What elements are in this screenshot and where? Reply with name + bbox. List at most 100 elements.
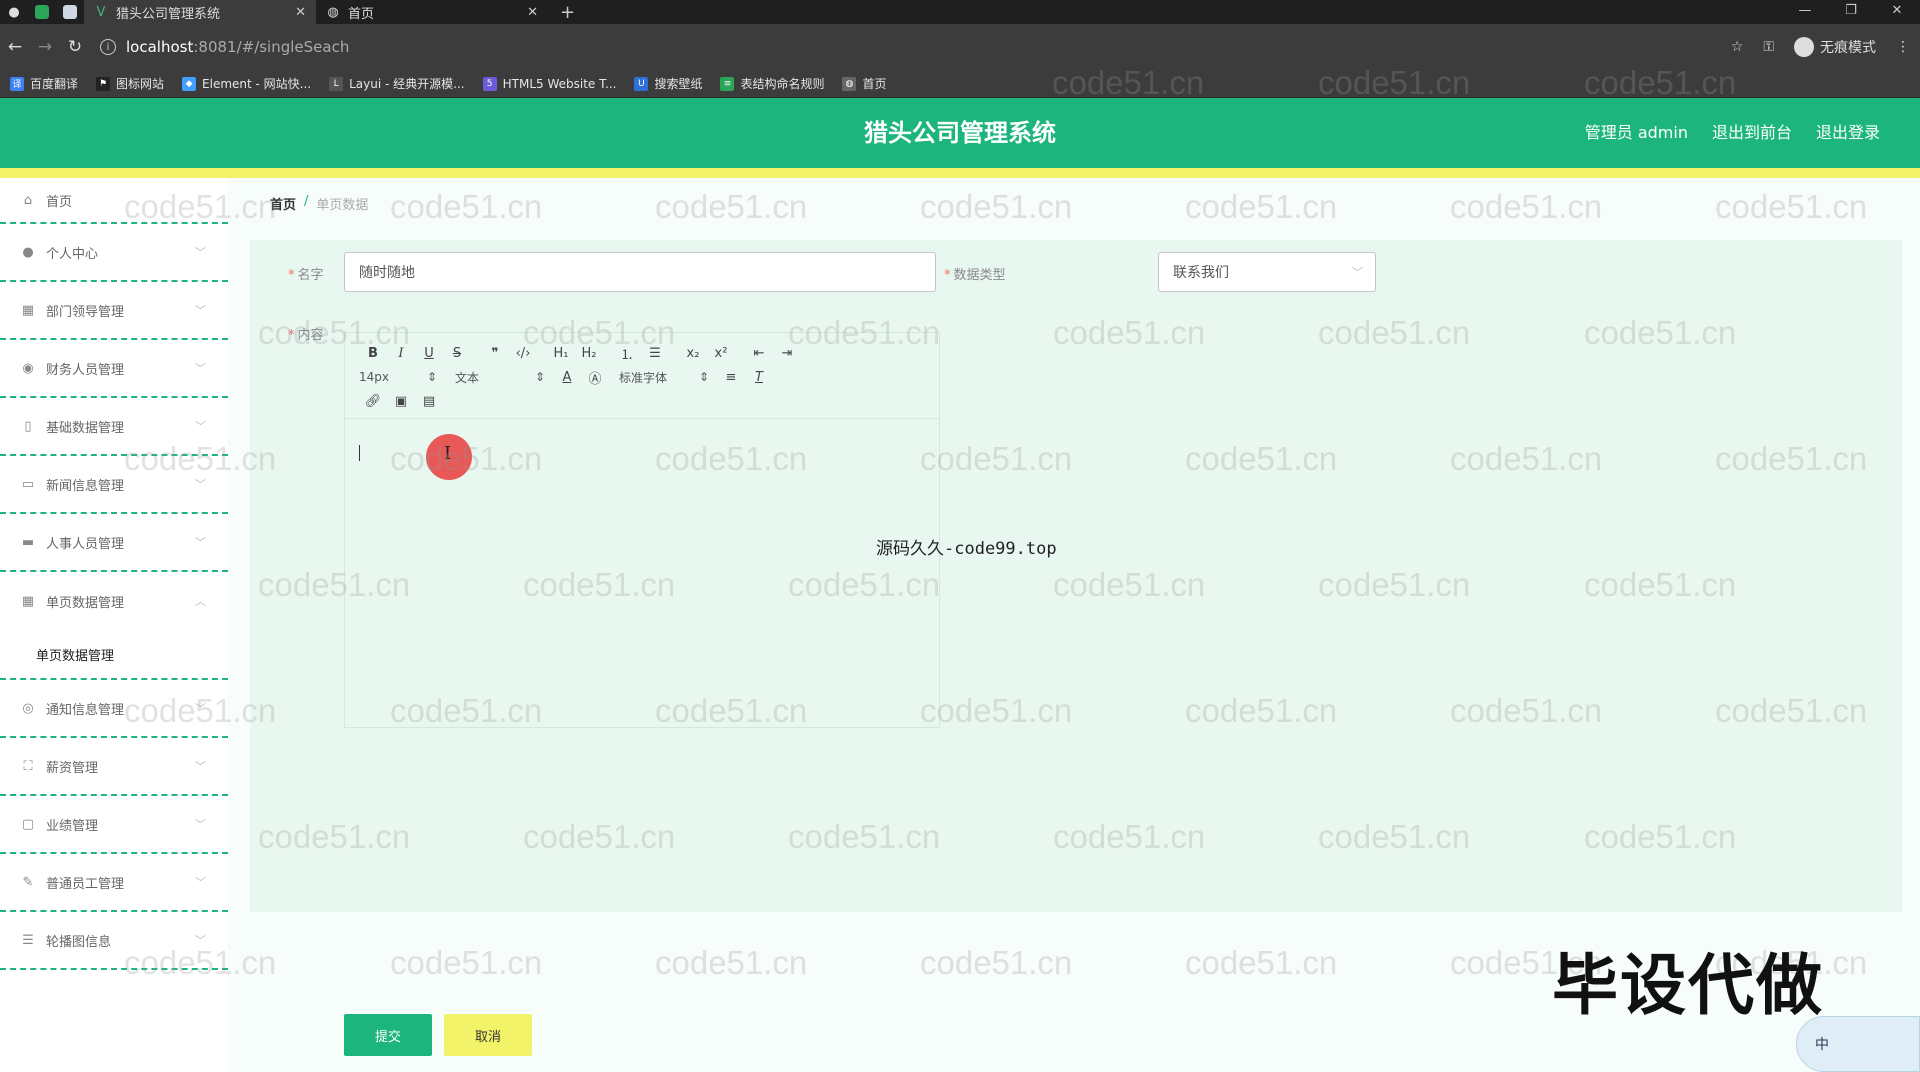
chevron-down-icon: ﹀ bbox=[195, 304, 206, 317]
incognito-badge[interactable]: 无痕模式 bbox=[1794, 37, 1876, 57]
tab-active[interactable]: V 猎头公司管理系统 ✕ bbox=[84, 0, 316, 24]
type-value: 联系我们 bbox=[1173, 265, 1229, 281]
logout-link[interactable]: 退出登录 bbox=[1816, 98, 1880, 168]
font-size-select[interactable]: 14px ⇕ bbox=[359, 370, 445, 384]
tab-home[interactable]: ◍ 首页 ✕ bbox=[316, 0, 548, 24]
sidebar-item-hr[interactable]: ▬ 人事人员管理 ﹀ bbox=[0, 514, 228, 572]
link-icon[interactable]: 🔗︎ bbox=[359, 394, 387, 409]
exit-to-front-link[interactable]: 退出到前台 bbox=[1712, 98, 1792, 168]
name-label: * 名字 bbox=[288, 268, 324, 283]
tab-doc-icon[interactable] bbox=[56, 0, 84, 24]
submit-button[interactable]: 提交 bbox=[344, 1014, 432, 1056]
sidebar-item-home[interactable]: ⌂ 首页 bbox=[0, 178, 228, 224]
header1-icon[interactable]: H₁ bbox=[547, 346, 575, 361]
sidebar-item-label: 通知信息管理 bbox=[46, 702, 125, 718]
sidebar-item-label: 基础数据管理 bbox=[46, 420, 125, 436]
sidebar: ⌂ 首页 ● 个人中心 ﹀ ▦ 部门领导管理 ﹀ ◉ 财务人员管理 ﹀ ▯ 基础… bbox=[0, 178, 228, 1072]
ime-floating-widget[interactable]: 中 bbox=[1796, 1016, 1920, 1072]
sidebar-item-profile[interactable]: ● 个人中心 ﹀ bbox=[0, 224, 228, 282]
window-controls: — ❐ ✕ bbox=[1782, 0, 1920, 24]
sidebar-item-single-page[interactable]: ▦ 单页数据管理 ︿ bbox=[0, 572, 228, 630]
sidebar-item-dept-leaders[interactable]: ▦ 部门领导管理 ﹀ bbox=[0, 282, 228, 340]
bookmark-item[interactable]: U 搜索壁纸 bbox=[634, 75, 702, 92]
sidebar-item-salary[interactable]: ⛶ 薪资管理 ﹀ bbox=[0, 738, 228, 796]
italic-icon[interactable]: I bbox=[387, 346, 415, 361]
bookmark-item[interactable]: ≡ 表结构命名规则 bbox=[720, 75, 824, 92]
bookmark-item[interactable]: ◍ 首页 bbox=[842, 75, 887, 92]
close-window-icon[interactable]: ✕ bbox=[1874, 0, 1920, 24]
strike-icon[interactable]: S bbox=[443, 346, 471, 361]
bookmark-item[interactable]: L Layui - 经典开源模... bbox=[329, 75, 465, 92]
type-select[interactable]: 联系我们 ﹀ bbox=[1158, 252, 1376, 292]
flag-icon: ⚑ bbox=[96, 76, 111, 91]
bold-icon[interactable]: B bbox=[359, 346, 387, 361]
text-style-select[interactable]: 文本 ⇕ bbox=[455, 369, 553, 386]
doc-icon: ≡ bbox=[720, 76, 735, 91]
background-color-icon[interactable]: Ⓐ bbox=[581, 368, 609, 387]
submenu-label: 单页数据管理 bbox=[36, 648, 115, 664]
breadcrumb-home[interactable]: 首页 bbox=[270, 194, 296, 213]
key-icon[interactable]: ⚿ bbox=[1763, 39, 1774, 55]
tab-search-icon[interactable]: ● bbox=[0, 0, 28, 24]
sidebar-item-finance[interactable]: ◉ 财务人员管理 ﹀ bbox=[0, 340, 228, 398]
sidebar-item-performance[interactable]: ▢ 业绩管理 ﹀ bbox=[0, 796, 228, 854]
forward-icon[interactable]: → bbox=[30, 37, 60, 57]
restore-icon[interactable]: ❐ bbox=[1828, 0, 1874, 24]
chevron-down-icon: ﹀ bbox=[195, 420, 206, 433]
close-icon[interactable]: ✕ bbox=[527, 5, 538, 20]
underline-icon[interactable]: U bbox=[415, 346, 443, 361]
chevron-down-icon: ﹀ bbox=[195, 876, 206, 889]
sidebar-item-label: 普通员工管理 bbox=[46, 876, 125, 892]
editor-toolbar: B I U S ❞ ‹/› H₁ H₂ ⒈ ☰ x₂ x² ⇤ ⇥ 14px ⇕… bbox=[345, 333, 939, 419]
font-family-select[interactable]: 标准字体 ⇕ bbox=[619, 369, 717, 386]
bookmark-item[interactable]: 5 HTML5 Website T... bbox=[482, 76, 616, 91]
submenu-single-page-manage[interactable]: 单页数据管理 bbox=[0, 630, 228, 680]
sort-icon: ⇕ bbox=[698, 370, 709, 384]
outdent-icon[interactable]: ⇤ bbox=[745, 346, 773, 361]
tab-app-icon[interactable] bbox=[28, 0, 56, 24]
back-icon[interactable]: ← bbox=[0, 37, 30, 57]
new-tab-icon[interactable]: + bbox=[560, 2, 575, 23]
sidebar-item-notices[interactable]: ◎ 通知信息管理 ﹀ bbox=[0, 680, 228, 738]
star-icon[interactable]: ☆ bbox=[1731, 39, 1744, 55]
clear-format-icon[interactable]: T bbox=[745, 370, 773, 385]
mic-icon: ▯ bbox=[24, 418, 32, 434]
bookmark-item[interactable]: 译百度翻译 bbox=[10, 75, 78, 92]
chevron-up-icon: ︿ bbox=[195, 595, 206, 608]
menu-icon[interactable]: ⋮ bbox=[1896, 39, 1910, 55]
close-icon[interactable]: ✕ bbox=[295, 5, 306, 20]
chevron-down-icon: ﹀ bbox=[195, 934, 206, 947]
subscript-icon[interactable]: x₂ bbox=[679, 346, 707, 361]
bookmark-item[interactable]: ⚑ 图标网站 bbox=[96, 75, 164, 92]
sidebar-item-carousel[interactable]: ☰ 轮播图信息 ﹀ bbox=[0, 912, 228, 970]
chevron-down-icon: ﹀ bbox=[195, 818, 206, 831]
list-icon: ☰ bbox=[22, 932, 34, 948]
video-icon[interactable]: ▤ bbox=[415, 394, 443, 409]
url-field[interactable]: i localhost :8081/#/singleSeach bbox=[100, 38, 349, 56]
type-label: * 数据类型 bbox=[944, 268, 1006, 283]
sidebar-item-label: 新闻信息管理 bbox=[46, 478, 125, 494]
sidebar-item-news[interactable]: ▭ 新闻信息管理 ﹀ bbox=[0, 456, 228, 514]
chevron-down-icon: ﹀ bbox=[195, 246, 206, 259]
minimize-icon[interactable]: — bbox=[1782, 0, 1828, 24]
indent-icon[interactable]: ⇥ bbox=[773, 346, 801, 361]
reload-icon[interactable]: ↻ bbox=[60, 37, 90, 57]
apps-icon: ▦ bbox=[21, 593, 35, 609]
ordered-list-icon[interactable]: ⒈ bbox=[613, 344, 641, 363]
code-icon[interactable]: ‹/› bbox=[509, 346, 537, 361]
sidebar-item-employees[interactable]: ✎ 普通员工管理 ﹀ bbox=[0, 854, 228, 912]
font-color-icon[interactable]: A bbox=[553, 370, 581, 385]
superscript-icon[interactable]: x² bbox=[707, 346, 735, 361]
cancel-button[interactable]: 取消 bbox=[444, 1014, 532, 1056]
text-caret bbox=[359, 445, 360, 461]
quote-icon[interactable]: ❞ bbox=[481, 346, 509, 361]
header2-icon[interactable]: H₂ bbox=[575, 346, 603, 361]
info-icon[interactable]: i bbox=[100, 39, 116, 55]
image-icon[interactable]: ▣ bbox=[387, 394, 415, 409]
align-icon[interactable]: ≡ bbox=[717, 370, 745, 385]
sidebar-item-basic-data[interactable]: ▯ 基础数据管理 ﹀ bbox=[0, 398, 228, 456]
name-field[interactable]: 随时随地 bbox=[344, 252, 936, 292]
monitor-icon: ▬ bbox=[21, 534, 35, 550]
bookmark-item[interactable]: ◆ Element - 网站快... bbox=[182, 75, 311, 92]
bullet-list-icon[interactable]: ☰ bbox=[641, 346, 669, 361]
